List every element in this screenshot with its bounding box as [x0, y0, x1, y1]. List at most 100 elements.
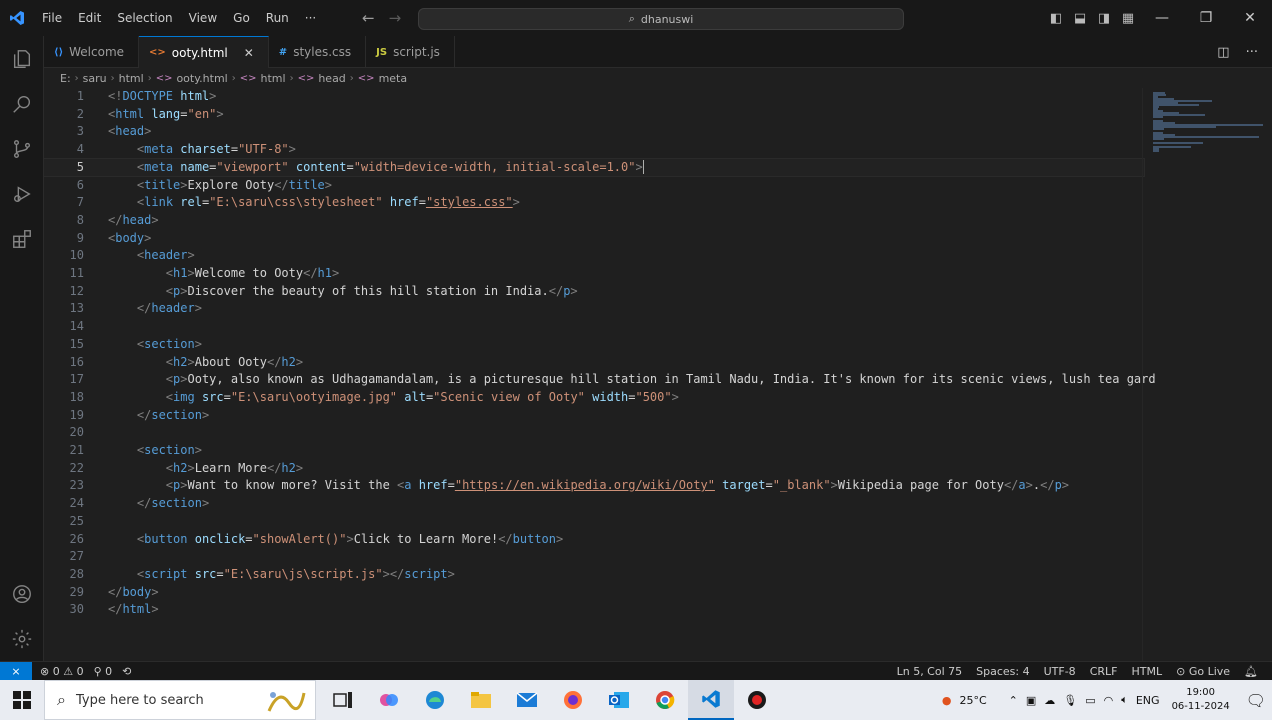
forward-arrow-icon[interactable]: → [389, 9, 402, 27]
restore-button[interactable]: ❐ [1184, 0, 1228, 36]
back-arrow-icon[interactable]: ← [362, 9, 375, 27]
menu-item-0[interactable]: File [34, 0, 70, 36]
breadcrumb-item[interactable]: head [318, 72, 345, 85]
code-line[interactable]: 19 </section> [44, 407, 1144, 425]
code-line[interactable]: 28 <script src="E:\saru\js\script.js"></… [44, 566, 1144, 584]
notifications-bell-icon[interactable]: 🔔︎ [1244, 665, 1258, 678]
microphone-icon[interactable]: 🎙︎ [1063, 694, 1077, 707]
toggle-panel-icon[interactable]: ⬓ [1068, 0, 1092, 36]
code-line[interactable]: 11 <h1>Welcome to Ooty</h1> [44, 265, 1144, 283]
settings-gear-icon[interactable] [0, 616, 44, 661]
code-line[interactable]: 22 <h2>Learn More</h2> [44, 460, 1144, 478]
tab-1[interactable]: <> ooty.html ✕ [139, 36, 269, 68]
extensions-icon[interactable] [0, 216, 44, 261]
go-live-button[interactable]: ⊙ Go Live [1176, 665, 1230, 678]
clock[interactable]: 19:00 06-11-2024 [1172, 686, 1230, 714]
menu-item-1[interactable]: Edit [70, 0, 109, 36]
vscode-taskbar-icon[interactable] [688, 680, 734, 720]
code-line[interactable]: 7 <link rel="E:\saru\css\stylesheet" hre… [44, 194, 1144, 212]
breadcrumb-item[interactable]: E: [60, 72, 71, 85]
windows-start-icon[interactable] [0, 680, 44, 720]
code-line[interactable]: 21 <section> [44, 442, 1144, 460]
language-mode[interactable]: HTML [1131, 665, 1162, 678]
code-line[interactable]: 26 <button onclick="showAlert()">Click t… [44, 531, 1144, 549]
live-share-icon[interactable]: ⟲ [122, 665, 131, 678]
tab-2[interactable]: # styles.css [269, 36, 367, 68]
outlook-icon[interactable] [596, 680, 642, 720]
code-line[interactable]: 9 <body> [44, 230, 1144, 248]
minimap[interactable] [1142, 88, 1272, 661]
cursor-position[interactable]: Ln 5, Col 75 [897, 665, 963, 678]
source-control-icon[interactable] [0, 126, 44, 171]
menu-item-3[interactable]: View [181, 0, 225, 36]
remote-indicator-icon[interactable]: ⨯ [0, 661, 32, 681]
code-line[interactable]: 14 [44, 318, 1144, 336]
code-editor[interactable]: 1 <!DOCTYPE html> 2 <html lang="en"> 3 <head>… [44, 88, 1272, 661]
account-icon[interactable] [0, 571, 44, 616]
code-line[interactable]: 3 <head> [44, 123, 1144, 141]
onedrive-icon[interactable]: ☁ [1044, 694, 1055, 707]
split-editor-icon[interactable]: ◫ [1217, 45, 1229, 60]
input-language[interactable]: ENG [1136, 694, 1160, 707]
more-actions-icon[interactable]: ··· [1246, 45, 1258, 60]
battery-icon[interactable]: ▭ [1085, 694, 1095, 707]
code-line[interactable]: 18 <img src="E:\saru\ootyimage.jpg" alt=… [44, 389, 1144, 407]
breadcrumb-item[interactable]: meta [379, 72, 408, 85]
command-center[interactable]: ⌕ dhanuswi [418, 8, 904, 30]
code-line[interactable]: 12 <p>Discover the beauty of this hill s… [44, 283, 1144, 301]
tab-3[interactable]: JS script.js [366, 36, 455, 68]
file-explorer-icon[interactable] [458, 680, 504, 720]
menu-item-4[interactable]: Go [225, 0, 258, 36]
code-line[interactable]: 8 </head> [44, 212, 1144, 230]
toggle-secondary-sidebar-icon[interactable]: ◨ [1092, 0, 1116, 36]
minimize-button[interactable]: — [1140, 0, 1184, 36]
code-line[interactable]: 23 <p>Want to know more? Visit the <a hr… [44, 477, 1144, 495]
search-view-icon[interactable] [0, 81, 44, 126]
code-line[interactable]: 6 <title>Explore Ooty</title> [44, 177, 1144, 195]
toggle-sidebar-icon[interactable]: ◧ [1044, 0, 1068, 36]
chrome-icon[interactable] [642, 680, 688, 720]
close-tab-icon[interactable]: ✕ [244, 46, 254, 60]
volume-icon[interactable]: 🔈︎ [1121, 693, 1128, 707]
menu-item-2[interactable]: Selection [109, 0, 180, 36]
mail-icon[interactable] [504, 680, 550, 720]
code-line[interactable]: 25 [44, 513, 1144, 531]
breadcrumb-item[interactable]: saru [83, 72, 107, 85]
customize-layout-icon[interactable]: ▦ [1116, 0, 1140, 36]
code-line[interactable]: 17 <p>Ooty, also known as Udhagamandalam… [44, 371, 1156, 389]
code-line[interactable]: 2 <html lang="en"> [44, 106, 1144, 124]
taskbar-search-box[interactable]: ⌕ Type here to search [44, 680, 316, 720]
code-line[interactable]: 4 <meta charset="UTF-8"> [44, 141, 1144, 159]
code-line[interactable]: 1 <!DOCTYPE html> [44, 88, 1144, 106]
code-line[interactable]: 10 <header> [44, 247, 1144, 265]
tray-chevron-icon[interactable]: ⌃ [1009, 694, 1018, 707]
line-ending[interactable]: CRLF [1090, 665, 1118, 678]
tray-apps-icon[interactable]: ▣ [1026, 694, 1036, 707]
close-button[interactable]: ✕ [1228, 0, 1272, 36]
code-line[interactable]: 15 <section> [44, 336, 1144, 354]
copilot-icon[interactable] [366, 680, 412, 720]
run-debug-icon[interactable] [0, 171, 44, 216]
code-line[interactable]: 20 [44, 424, 1144, 442]
menu-item-5[interactable]: Run [258, 0, 297, 36]
explorer-icon[interactable] [0, 36, 44, 81]
code-line[interactable]: 5 <meta name="viewport" content="width=d… [44, 157, 1145, 178]
network-icon[interactable]: ◠ [1104, 694, 1114, 707]
code-line[interactable]: 29 </body> [44, 584, 1144, 602]
breadcrumb-item[interactable]: html [119, 72, 144, 85]
code-line[interactable]: 30 </html> [44, 601, 1144, 619]
problems-status[interactable]: ⊗ 0 ⚠ 0 [40, 665, 84, 678]
screen-recorder-icon[interactable] [734, 680, 780, 720]
code-line[interactable]: 27 [44, 548, 1144, 566]
weather-temp[interactable]: 25°C [959, 694, 986, 707]
code-line[interactable]: 16 <h2>About Ooty</h2> [44, 354, 1144, 372]
firefox-icon[interactable] [550, 680, 596, 720]
breadcrumb-item[interactable]: ooty.html [176, 72, 227, 85]
notification-center-icon[interactable]: 🗨︎ [1246, 691, 1266, 710]
breadcrumb-item[interactable]: html [261, 72, 286, 85]
weather-icon[interactable]: ● [942, 694, 952, 707]
menu-item-6[interactable]: ··· [297, 0, 324, 36]
ports-status[interactable]: ⚲ 0 [94, 665, 113, 678]
encoding[interactable]: UTF-8 [1044, 665, 1076, 678]
task-view-icon[interactable] [320, 680, 366, 720]
